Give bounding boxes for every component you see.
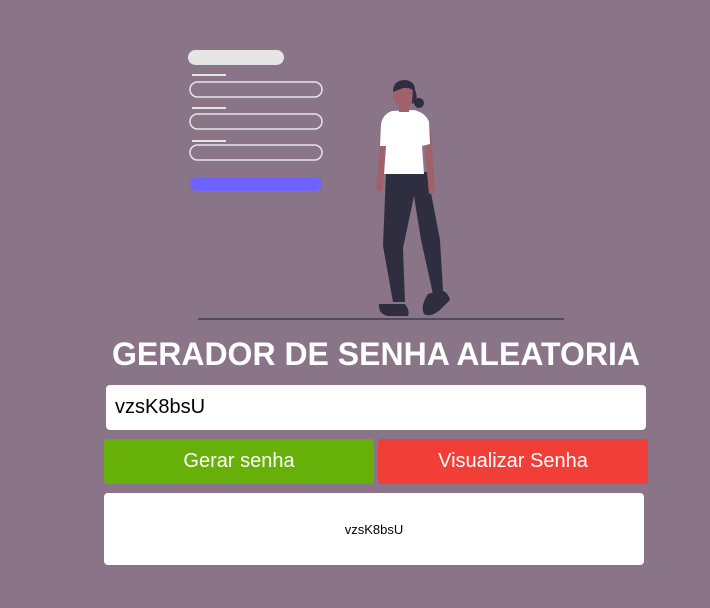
form-field-3 — [189, 144, 323, 161]
password-display-box: vzsK8bsU — [104, 493, 644, 565]
form-label-line-1 — [192, 74, 226, 76]
generate-password-button[interactable]: Gerar senha — [104, 439, 374, 484]
view-password-button[interactable]: Visualizar Senha — [378, 439, 648, 484]
form-label-line-3 — [192, 140, 226, 142]
form-submit-bar — [190, 177, 322, 191]
form-label-line-2 — [192, 107, 226, 109]
form-field-1 — [189, 81, 323, 98]
password-display-text: vzsK8bsU — [344, 521, 404, 537]
password-field[interactable] — [106, 385, 646, 430]
form-field-2 — [189, 113, 323, 130]
login-illustration — [188, 50, 564, 320]
form-header-bar — [188, 50, 284, 65]
person-figure — [376, 80, 450, 316]
page-title: GERADOR DE SENHA ALEATORIA — [111, 336, 641, 372]
page: GERADOR DE SENHA ALEATORIA Gerar senha V… — [0, 0, 710, 608]
